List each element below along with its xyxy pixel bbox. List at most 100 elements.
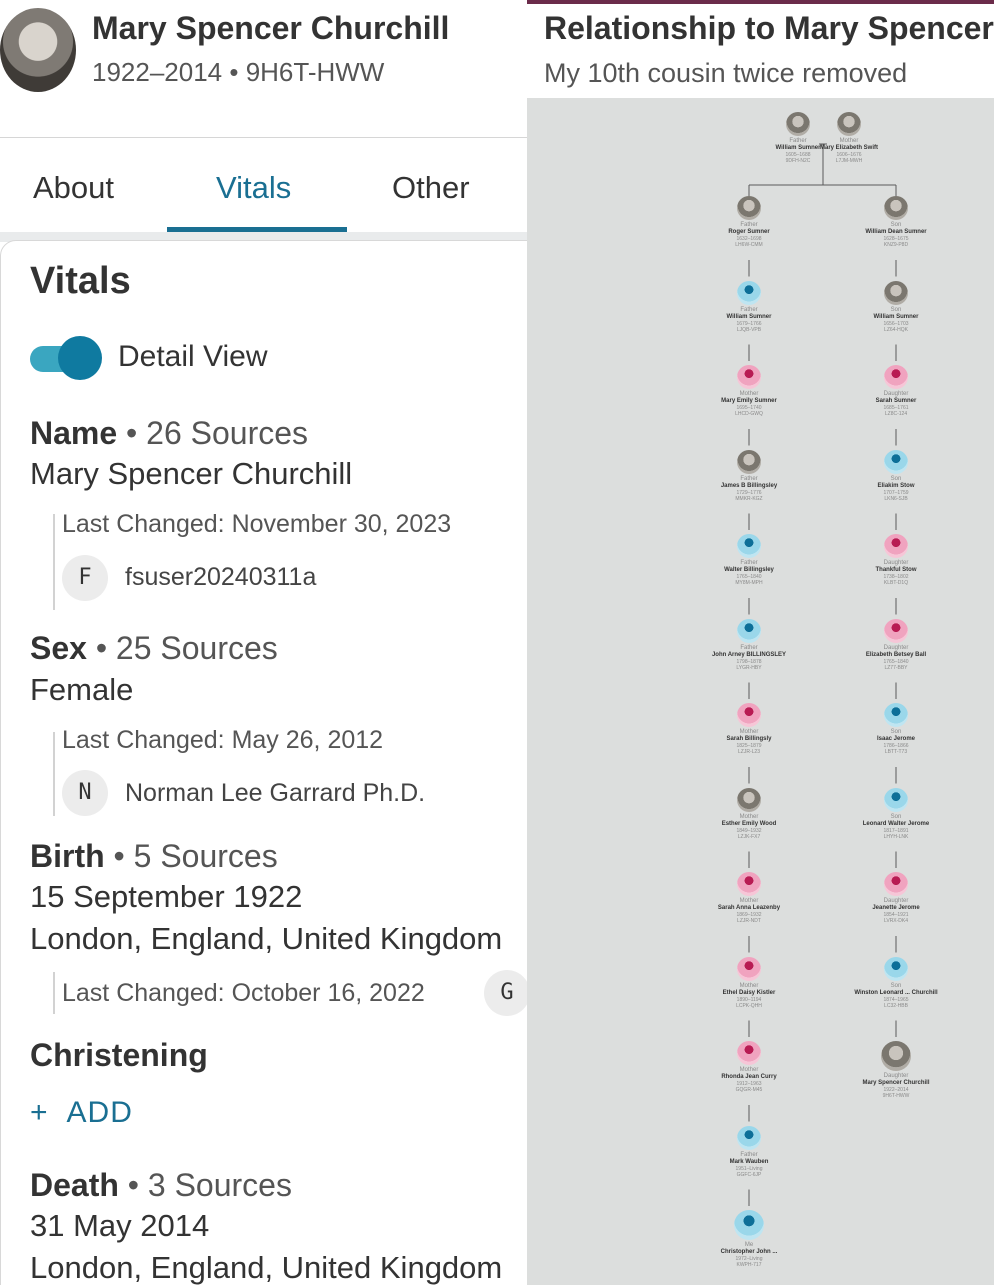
person-photo	[837, 112, 861, 136]
tree-person-node[interactable]: Daughter Thankful Stow 1738–1802 KLBT-D1Q	[851, 534, 941, 586]
user-avatar[interactable]: G	[484, 970, 527, 1016]
person-id: LZJK-FX7	[737, 833, 761, 840]
fact-sources: • 25 Sources	[95, 630, 278, 666]
detail-view-label: Detail View	[118, 340, 268, 373]
header-divider	[0, 137, 527, 138]
tree-person-node[interactable]: Father John Arney BILLINGSLEY 1798–1878 LYG…	[704, 618, 794, 671]
person-role: Father	[740, 475, 758, 482]
person-role: Mother	[839, 138, 859, 144]
birth-fact-title[interactable]: Birth • 5 Sources	[30, 838, 278, 875]
relationship-tree[interactable]: Father William Sumner 1605–1688 9DFH-N2C Mot…	[527, 98, 994, 1285]
person-lifespan-id: 1922–2014 • 9H6T-HWW	[92, 57, 385, 87]
person-id: LHYH-LNK	[883, 833, 909, 840]
person-id: LZJR-L23	[738, 749, 760, 755]
person-name: Sarah Billingsly	[726, 736, 772, 742]
person-id: MY8M-MPH	[735, 580, 763, 586]
change-divider	[53, 732, 55, 816]
tree-person-node[interactable]: Father James B Billingsley 1729–1776 MMKR-K…	[704, 449, 794, 502]
name-fact-title[interactable]: Name • 26 Sources	[30, 415, 308, 452]
person-id: LVRX-DK4	[883, 918, 909, 924]
person-name: Sarah Sumner	[875, 398, 917, 404]
person-name: Mary Emily Sumner	[721, 398, 777, 404]
user-name[interactable]: Norman Lee Garrard Ph.D.	[125, 779, 425, 808]
person-name: Mark Wauben	[729, 1158, 769, 1165]
relationship-subtitle: My 10th cousin twice removed	[544, 58, 908, 88]
tab-vitals[interactable]: Vitals	[216, 170, 291, 206]
tree-person-node[interactable]: Mother Ethel Daisy Kistler 1890–1194 LCPK-Q…	[704, 956, 794, 1009]
birth-place: London, England, United Kingdom	[30, 921, 503, 956]
person-id: LCPK-QHH	[736, 1002, 762, 1009]
male-person-icon	[884, 449, 908, 474]
user-name[interactable]: fsuser20240311a	[125, 563, 316, 592]
tree-person-node[interactable]: Mother Sarah Anna Leazenby 1869–1932 LZJR-N…	[704, 872, 794, 924]
tab-about[interactable]: About	[33, 170, 114, 206]
tree-person-node[interactable]: Father Roger Sumner 1632–1698 LH6W-CMM	[704, 196, 794, 248]
person-name: Mary Spencer Churchill	[862, 1080, 930, 1086]
tree-person-node[interactable]: Son Eliakim Stow 1707–1759 LKN6-SJB	[851, 449, 941, 502]
person-id: L7JM-MWH	[835, 158, 863, 164]
tree-person-node[interactable]: Son Winston Leonard ... Churchill 1874–196…	[851, 956, 941, 1009]
death-fact-title[interactable]: Death • 3 Sources	[30, 1167, 292, 1204]
tree-person-node[interactable]: Son William Dean Sumner 1628–1675 KNZ9-P8D	[851, 196, 941, 248]
person-role: Son	[890, 306, 902, 313]
user-avatar[interactable]: F	[62, 555, 108, 601]
person-id: 9H6T-HWW	[882, 1093, 910, 1099]
person-role: Daughter	[883, 1073, 909, 1079]
tree-person-node[interactable]: Mother Mary Elizabeth Swift 1606–1676 L7JM-…	[804, 112, 894, 164]
detail-view-toggle[interactable]	[30, 336, 102, 382]
male-person-icon	[884, 787, 908, 812]
person-role: Mother	[739, 813, 759, 820]
person-avatar[interactable]	[0, 8, 76, 92]
tree-person-node[interactable]: Me Christopher John ... 1972–Living KWPH-71…	[704, 1210, 794, 1268]
tree-person-node[interactable]: Father Walter Billingsley 1765–1840 MY8M-MP…	[704, 534, 794, 586]
male-person-icon	[737, 618, 761, 643]
person-name: James B Billingsley	[720, 482, 778, 489]
tree-person-node[interactable]: Mother Mary Emily Sumner 1695–1740 LHCD-GWQ	[704, 365, 794, 417]
person-id: LZ8C-124	[884, 411, 908, 417]
fact-label: Christening	[30, 1037, 208, 1073]
tree-person-node[interactable]: Daughter Elizabeth Betsey Ball 1765–1840 LZ…	[851, 618, 941, 671]
person-role: Father	[740, 1151, 758, 1158]
person-role: Me	[744, 1242, 754, 1248]
add-christening-button[interactable]: + ADD	[30, 1096, 133, 1130]
person-name: Jeanette Jerome	[872, 905, 920, 911]
death-place: London, England, United Kingdom	[30, 1250, 503, 1285]
tree-person-node[interactable]: Son Isaac Jerome 1786–1866 LBTT-T73	[851, 703, 941, 755]
person-role: Mother	[739, 391, 759, 397]
fact-sources: • 26 Sources	[126, 415, 309, 451]
person-photo	[737, 196, 761, 220]
female-person-icon	[737, 703, 761, 727]
tree-person-node[interactable]: Mother Rhonda Jean Curry 1912–1963 GQGR-M45	[704, 1041, 794, 1093]
person-name: Rhonda Jean Curry	[721, 1074, 777, 1080]
death-date: 31 May 2014	[30, 1208, 210, 1243]
tree-person-node[interactable]: Mother Esther Emily Wood 1849–1932 LZJK-FX7	[704, 787, 794, 840]
christening-title: Christening	[30, 1037, 208, 1074]
tree-person-node[interactable]: Mother Sarah Billingsly 1825–1879 LZJR-L23	[704, 703, 794, 755]
person-role: Daughter	[883, 644, 909, 651]
tree-person-node[interactable]: Son Leonard Walter Jerome 1817–1891 LHYH-LN…	[851, 787, 941, 840]
tree-connector-lines	[748, 143, 897, 1206]
person-id: LZ64-HQK	[884, 326, 908, 333]
person-role: Mother	[739, 982, 759, 989]
tab-other[interactable]: Other	[392, 170, 470, 206]
sex-value: Female	[30, 672, 134, 707]
person-role: Son	[890, 982, 902, 989]
user-avatar[interactable]: N	[62, 770, 108, 816]
person-photo	[737, 787, 761, 812]
person-id: LZ77-BBY	[884, 664, 908, 671]
tree-person-node[interactable]: Daughter Jeanette Jerome 1854–1921 LVRX-DK4	[851, 872, 941, 924]
tree-person-node[interactable]: Father William Sumner 1679–1766 LJQB-VPB	[704, 280, 794, 333]
female-person-icon	[884, 534, 908, 558]
person-name: Eliakim Stow	[877, 482, 915, 489]
fact-sources: • 5 Sources	[113, 838, 278, 874]
tree-person-node[interactable]: Daughter Sarah Sumner 1685–1761 LZ8C-124	[851, 365, 941, 417]
tree-person-node[interactable]: Father Mark Wauben 1951–Living GGFC-6JP	[704, 1125, 794, 1178]
person-name: Thankful Stow	[875, 567, 917, 573]
fact-label: Name	[30, 415, 118, 451]
person-name: Walter Billingsley	[724, 567, 774, 573]
sex-fact-title[interactable]: Sex • 25 Sources	[30, 630, 278, 667]
tree-person-node[interactable]: Daughter Mary Spencer Churchill 1922–2014 9…	[851, 1041, 941, 1099]
tree-person-node[interactable]: Son William Sumner 1656–1703 LZ64-HQK	[851, 280, 941, 333]
person-role: Daughter	[883, 898, 909, 904]
person-id: LC32-HBB	[884, 1002, 908, 1009]
